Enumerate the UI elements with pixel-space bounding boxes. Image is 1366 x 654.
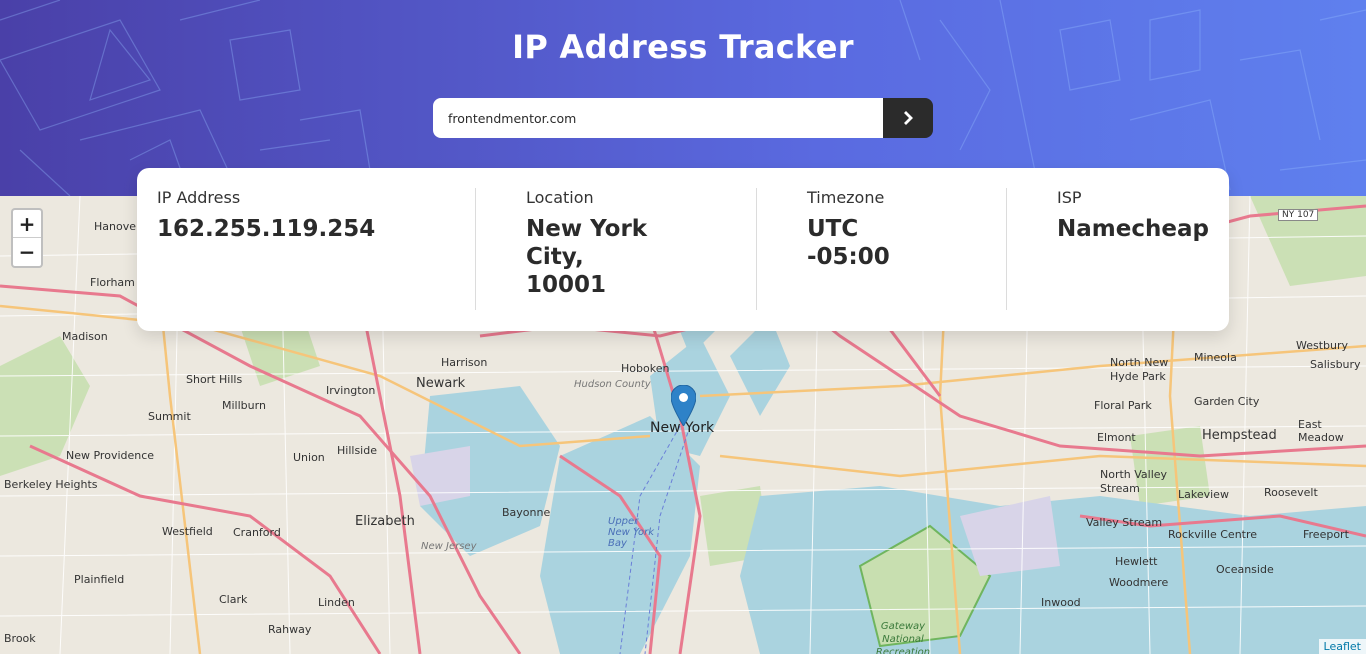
map-label-woodmere: Woodmere [1109,576,1169,589]
divider [1006,188,1007,310]
map-label-floral-park: Floral Park [1094,399,1152,412]
zoom-out-button[interactable]: − [13,238,41,266]
leaflet-attribution[interactable]: Leaflet [1318,639,1366,654]
map-label-brook: Brook [4,632,36,645]
divider [756,188,757,310]
map-label-upper-bay: Upper New York Bay [608,516,655,549]
map-label-harrison: Harrison [441,356,488,369]
map-label-millburn: Millburn [222,399,266,412]
zoom-in-button[interactable]: + [13,210,41,238]
map-pin-icon[interactable] [671,385,696,426]
location-value-line-3: 10001 [526,272,607,298]
map-label-summit: Summit [148,410,191,423]
map-label-ny107: NY 107 [1278,209,1319,221]
page-title: IP Address Tracker [512,28,854,66]
map-label-north-new-hyde-park: North New Hyde Park [1110,356,1169,383]
map-label-short-hills: Short Hills [186,373,243,386]
map-label-newark: Newark [416,376,466,391]
map-label-valley-stream: Valley Stream [1086,516,1163,529]
timezone-value-line-2: -05:00 [807,244,890,270]
map-label-westbury: Westbury [1296,339,1349,352]
map-label-freeport: Freeport [1303,528,1349,541]
map-label-union: Union [293,451,325,464]
ip-address-label: IP Address [157,188,241,207]
map-label-gateway: Gateway National Recreation [875,621,931,654]
map-label-madison: Madison [62,330,108,343]
map-label-linden: Linden [318,596,355,609]
chevron-right-icon [904,111,913,125]
map-label-plainfield: Plainfield [74,573,125,586]
map-label-clark: Clark [219,593,248,606]
search-bar [433,98,933,138]
search-submit-button[interactable] [883,98,933,138]
map-label-hanover: Hanover [94,220,141,233]
map-label-hempstead: Hempstead [1202,428,1277,443]
isp-label: ISP [1057,188,1082,207]
map-label-north-valley-stream: North Valley Stream [1100,468,1168,495]
map-label-westfield: Westfield [162,525,213,538]
location-value-line-1: New York [526,216,648,242]
map-label-new-providence: New Providence [66,449,155,462]
timezone-label: Timezone [807,188,885,207]
timezone-value-line-1: UTC [807,216,859,242]
timezone-section: Timezone UTC -05:00 [807,188,890,271]
ip-search-input[interactable] [433,98,883,138]
map-label-lakeview: Lakeview [1178,488,1229,501]
map-label-elizabeth: Elizabeth [355,514,415,529]
map-label-irvington: Irvington [326,384,376,397]
map-label-berkeley-heights: Berkeley Heights [4,478,98,491]
ip-address-section: IP Address 162.255.119.254 [157,188,375,243]
location-value-line-2: City, [526,244,584,270]
map-label-cranford: Cranford [233,526,281,539]
ip-address-value: 162.255.119.254 [157,216,376,242]
location-label: Location [526,188,594,207]
map-label-bayonne: Bayonne [502,506,551,519]
map-label-hudson-county: Hudson County [574,379,651,390]
map-label-florham: Florham [90,276,135,289]
map-label-rahway: Rahway [268,623,312,636]
isp-section: ISP Namecheap [1057,188,1209,243]
map-label-garden-city: Garden City [1194,395,1260,408]
map-label-hillside: Hillside [337,444,377,457]
header-banner: IP Address Tracker [0,0,1366,196]
map-label-oceanside: Oceanside [1216,563,1274,576]
map-label-mineola: Mineola [1194,351,1237,364]
map-label-new-jersey: New Jersey [421,541,477,552]
map-label-east-meadow: East Meadow [1298,418,1344,444]
ip-info-card: IP Address 162.255.119.254 Location New … [137,168,1229,331]
map-label-hewlett: Hewlett [1115,555,1158,568]
map-label-inwood: Inwood [1041,596,1081,609]
map-label-hoboken: Hoboken [621,362,670,375]
divider [475,188,476,310]
location-section: Location New York City, 10001 [526,188,647,299]
zoom-control: + − [11,208,43,268]
isp-value: Namecheap [1057,216,1209,242]
map-label-elmont: Elmont [1097,431,1136,444]
map-label-rockville-centre: Rockville Centre [1168,528,1258,541]
map-label-salisbury: Salisbury [1310,358,1361,371]
map-label-roosevelt: Roosevelt [1264,486,1318,499]
